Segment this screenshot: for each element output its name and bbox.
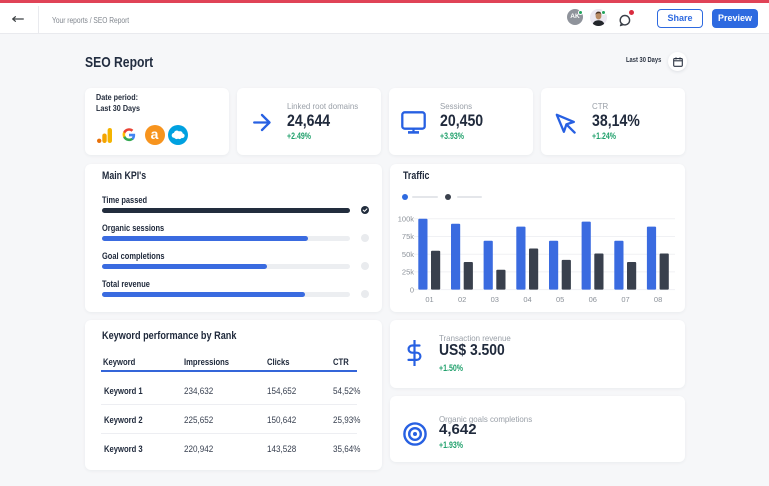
svg-text:75k: 75k xyxy=(402,232,414,241)
svg-text:25k: 25k xyxy=(402,268,414,277)
svg-text:08: 08 xyxy=(654,295,662,304)
svg-text:06: 06 xyxy=(589,295,597,304)
svg-text:0: 0 xyxy=(410,285,414,294)
svg-text:05: 05 xyxy=(556,295,564,304)
svg-text:100k: 100k xyxy=(398,215,415,224)
svg-text:04: 04 xyxy=(523,295,531,304)
svg-text:02: 02 xyxy=(458,295,466,304)
svg-text:03: 03 xyxy=(491,295,499,304)
svg-text:07: 07 xyxy=(621,295,629,304)
svg-text:01: 01 xyxy=(425,295,433,304)
svg-text:50k: 50k xyxy=(402,250,414,259)
